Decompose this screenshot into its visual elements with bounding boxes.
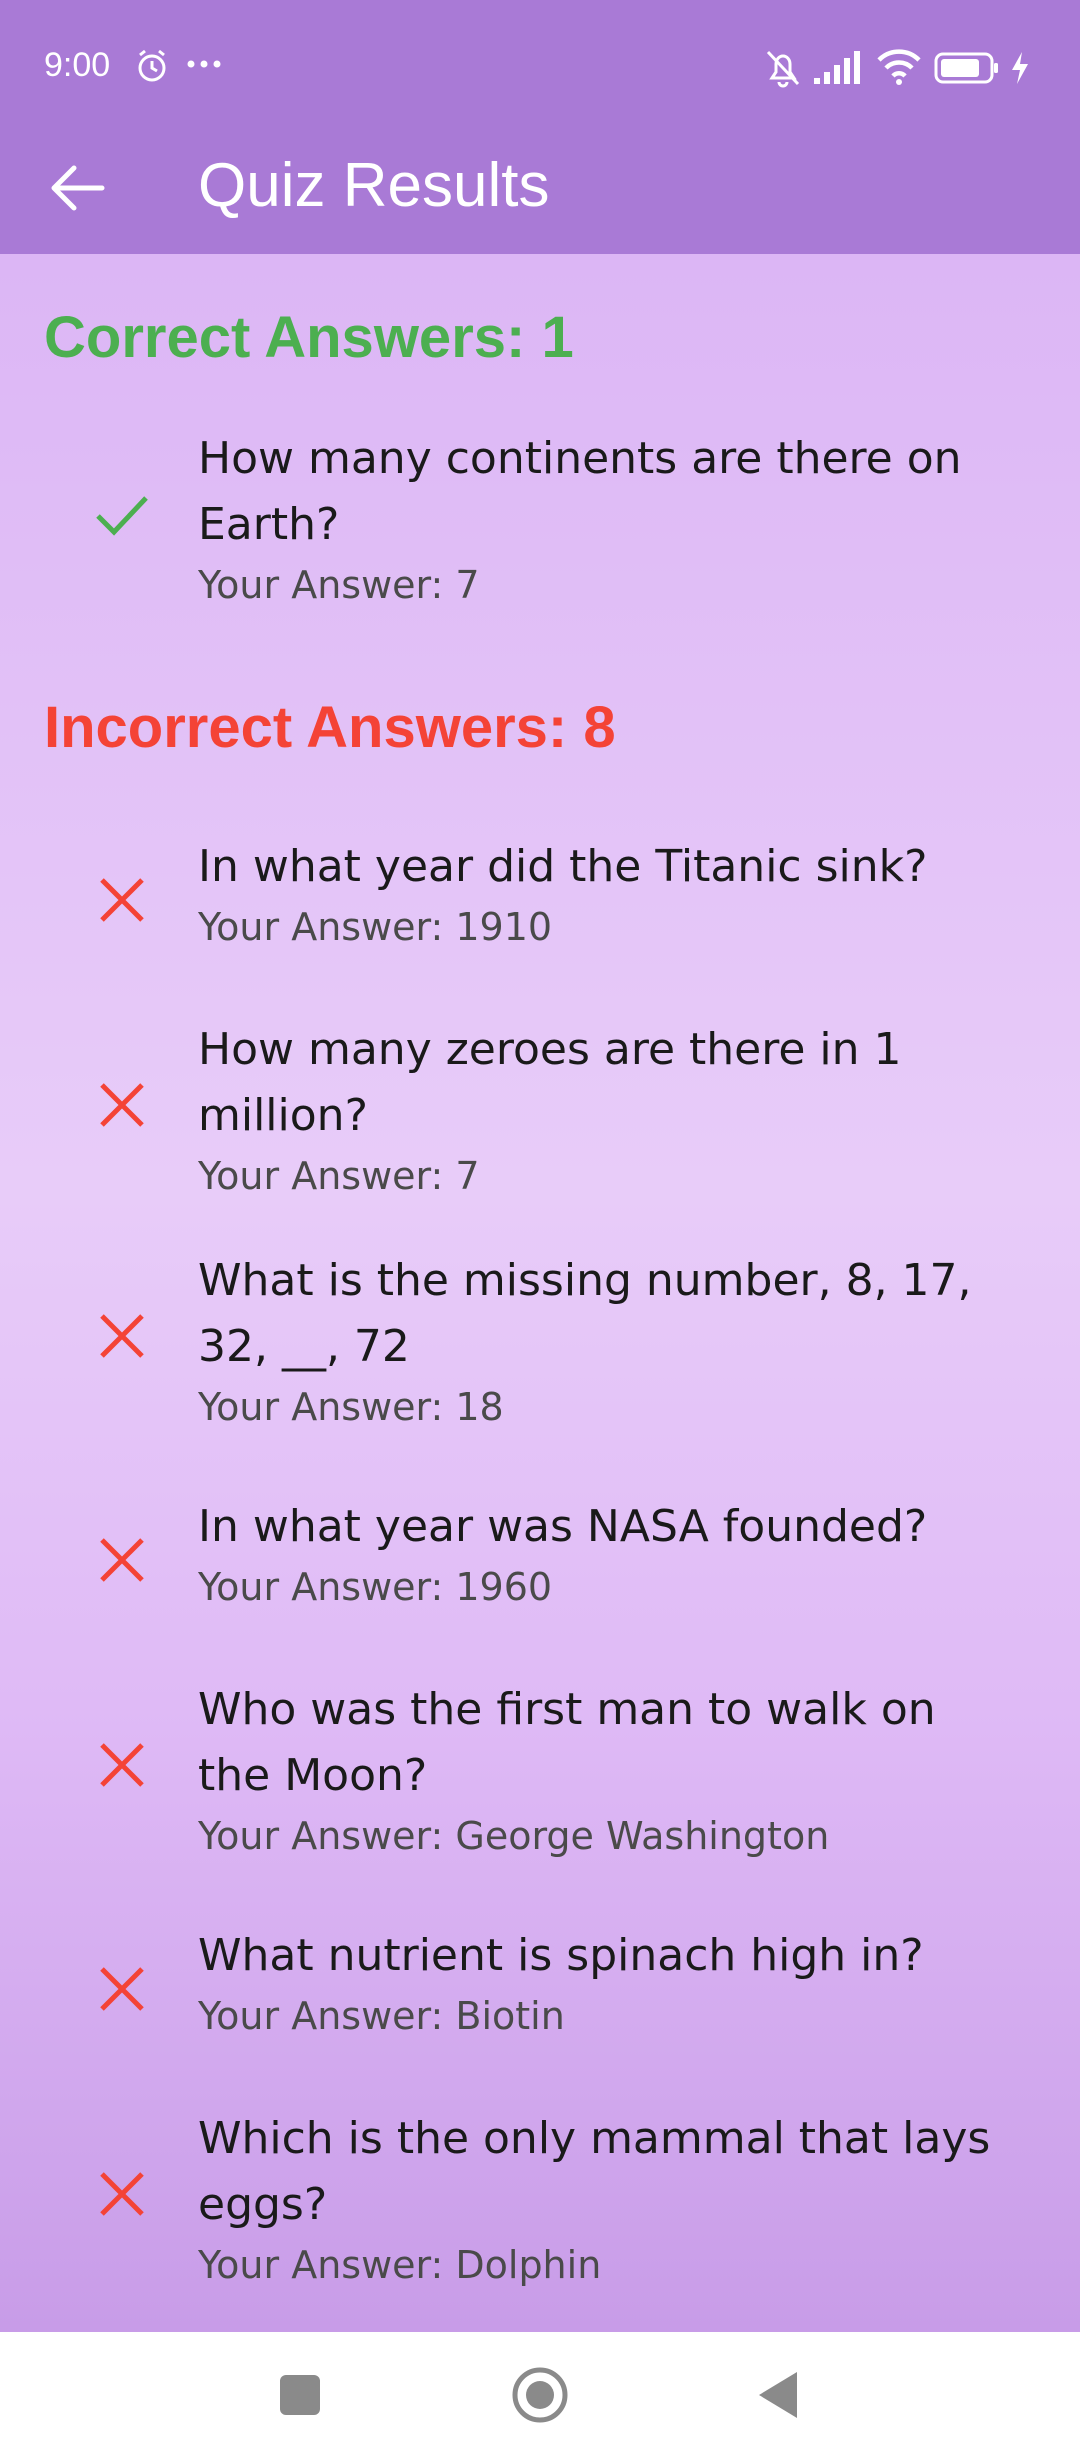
results-list[interactable]: Correct Answers: 1 How many continents a… — [0, 254, 1080, 2332]
answer-text: Your Answer: Dolphin — [198, 2243, 602, 2287]
correct-answers-heading: Correct Answers: 1 — [44, 305, 574, 370]
question-text: How many continents are there on Earth? — [198, 433, 962, 550]
question-text: What is the missing number, 8, 17, 32, _… — [198, 1255, 972, 1372]
question-text: Which is the only mammal that lays eggs? — [198, 2113, 991, 2230]
answer-text: Your Answer: Biotin — [198, 1994, 565, 2038]
question-text: In what year did the Titanic sink? — [198, 841, 928, 892]
home-circle-icon[interactable] — [505, 2360, 575, 2430]
question-text: Who was the first man to walk on the Moo… — [198, 1684, 936, 1801]
more-dots-icon — [187, 60, 221, 68]
charging-icon — [1012, 52, 1028, 84]
battery-icon — [934, 52, 998, 84]
question-text: What nutrient is spinach high in? — [198, 1930, 924, 1981]
close-icon — [100, 1083, 144, 1127]
answer-text: Your Answer: 7 — [198, 563, 480, 607]
close-icon — [100, 2172, 144, 2216]
check-icon — [96, 496, 148, 536]
status-time: 9:00 — [44, 46, 111, 84]
system-nav-bar — [0, 2332, 1080, 2460]
app-bar: Quiz Results — [0, 136, 1080, 254]
answer-text: Your Answer: George Washington — [198, 1814, 830, 1858]
status-bar: 9:00 — [0, 0, 1080, 136]
mute-bell-icon — [766, 50, 800, 88]
question-text: How many zeroes are there in 1 million? — [198, 1024, 902, 1141]
answer-text: Your Answer: 1910 — [198, 905, 553, 949]
close-icon — [100, 1538, 144, 1582]
signal-icon — [814, 51, 860, 84]
close-icon — [100, 1967, 144, 2011]
close-icon — [100, 1314, 144, 1358]
arrow-left-icon[interactable] — [42, 152, 114, 224]
back-triangle-icon[interactable] — [745, 2360, 815, 2430]
page-title: Quiz Results — [198, 151, 550, 220]
answer-text: Your Answer: 18 — [198, 1385, 504, 1429]
close-icon — [100, 1743, 144, 1787]
answer-text: Your Answer: 7 — [198, 1154, 480, 1198]
incorrect-answers-heading: Incorrect Answers: 8 — [44, 695, 616, 760]
question-text: In what year was NASA founded? — [198, 1501, 928, 1552]
recents-square-icon[interactable] — [265, 2360, 335, 2430]
close-icon — [100, 878, 144, 922]
answer-text: Your Answer: 1960 — [198, 1565, 553, 1609]
wifi-icon — [877, 49, 921, 85]
alarm-icon — [138, 49, 166, 82]
